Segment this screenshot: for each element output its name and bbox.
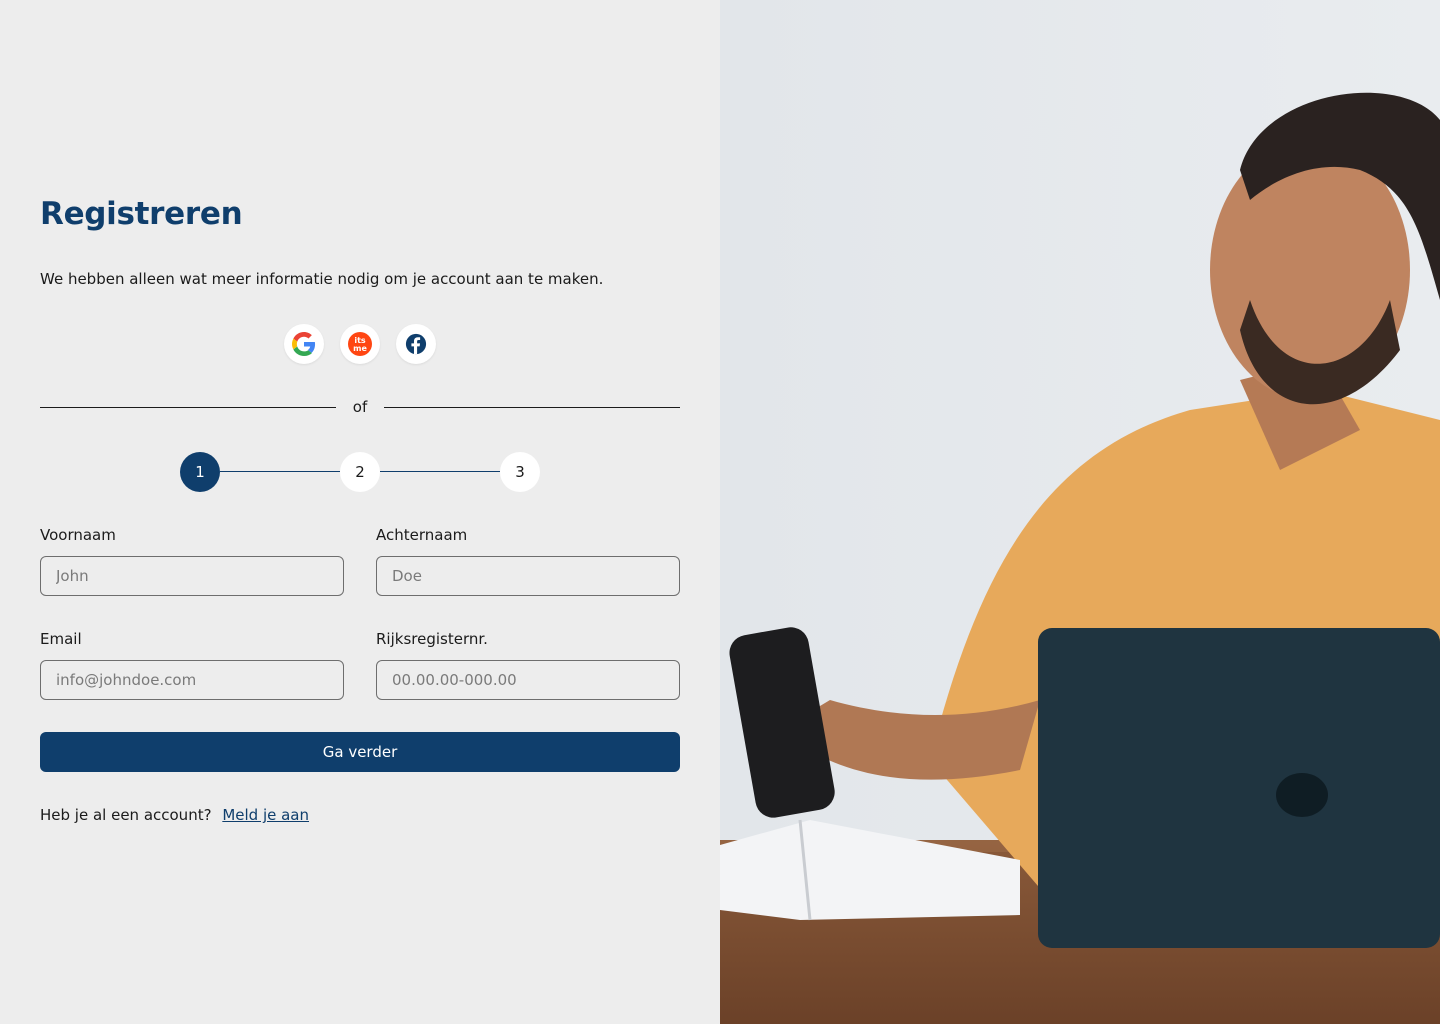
social-login-group: its me (284, 324, 436, 364)
continue-button[interactable]: Ga verder (40, 732, 680, 772)
page-subtitle: We hebben alleen wat meer informatie nod… (40, 270, 604, 288)
itsme-icon: its me (348, 332, 372, 356)
national-id-label: Rijksregisternr. (376, 630, 488, 648)
register-page: Registreren We hebben alleen wat meer in… (0, 0, 1440, 1024)
last-name-label: Achternaam (376, 526, 468, 544)
google-login-button[interactable] (284, 324, 324, 364)
step-2: 2 (340, 452, 380, 492)
form-panel: Registreren We hebben alleen wat meer in… (0, 0, 720, 1024)
page-title: Registreren (40, 196, 243, 232)
email-input[interactable] (40, 660, 344, 700)
step-indicator: 1 2 3 (180, 452, 540, 492)
step-connector-1 (220, 471, 340, 472)
itsme-login-button[interactable]: its me (340, 324, 380, 364)
step-1: 1 (180, 452, 220, 492)
divider-line-left (40, 407, 336, 408)
first-name-label: Voornaam (40, 526, 116, 544)
step-3: 3 (500, 452, 540, 492)
or-divider: of (40, 398, 680, 418)
step-connector-2 (380, 471, 500, 472)
last-name-input[interactable] (376, 556, 680, 596)
divider-line-right (384, 407, 680, 408)
facebook-login-button[interactable] (396, 324, 436, 364)
login-prompt-text: Heb je al een account? (40, 806, 212, 824)
google-icon (292, 332, 316, 356)
first-name-input[interactable] (40, 556, 344, 596)
divider-text: of (352, 398, 368, 416)
facebook-icon (405, 333, 427, 355)
email-label: Email (40, 630, 82, 648)
hero-image (720, 0, 1440, 1024)
login-prompt-row: Heb je al een account? Meld je aan (40, 806, 309, 824)
login-link[interactable]: Meld je aan (222, 806, 309, 824)
man-with-laptop-photo (720, 0, 1440, 1024)
itsme-icon-text-2: me (353, 344, 367, 353)
national-id-input[interactable] (376, 660, 680, 700)
